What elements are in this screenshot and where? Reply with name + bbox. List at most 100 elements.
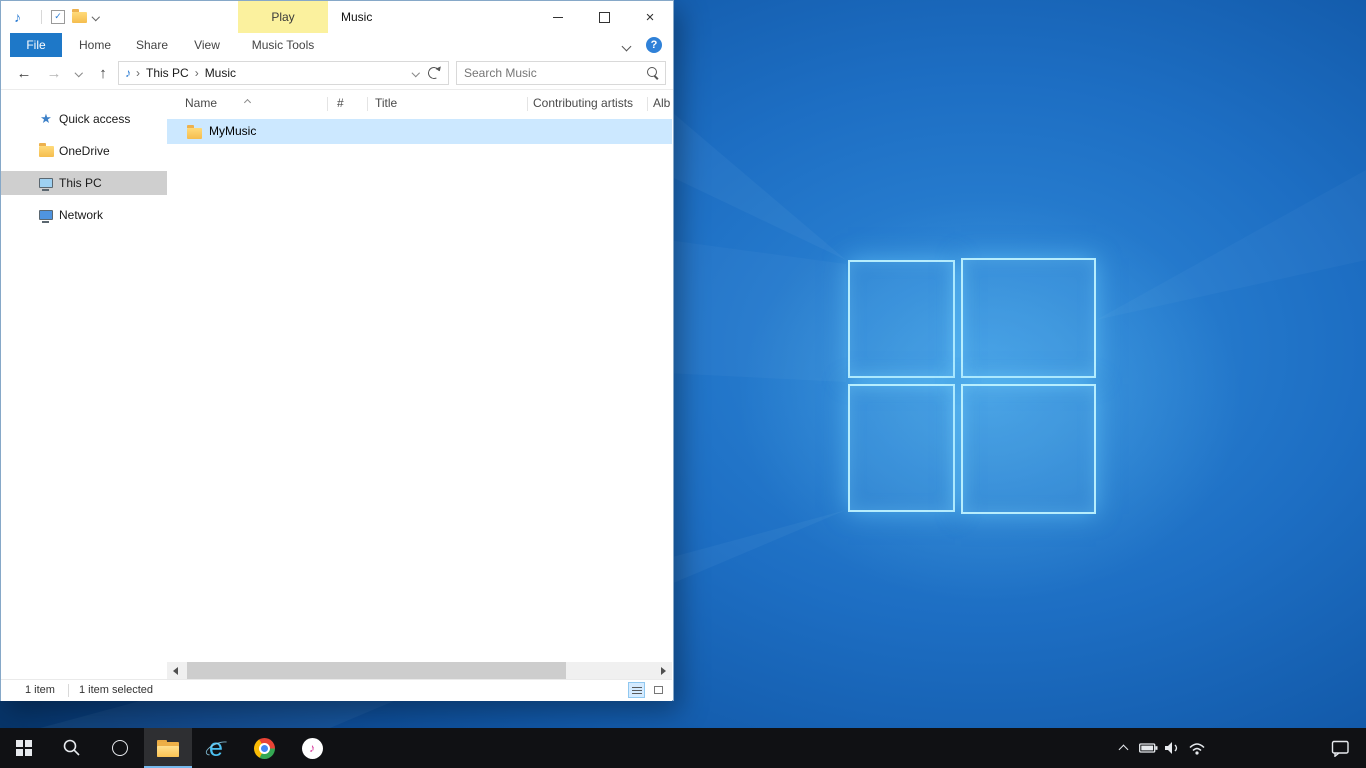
cortana-circle-icon bbox=[112, 740, 128, 756]
minimize-icon bbox=[553, 17, 563, 18]
sidebar-item-this-pc[interactable]: This PC bbox=[1, 171, 167, 195]
ribbon-collapse-button[interactable] bbox=[619, 40, 633, 52]
folder-icon bbox=[186, 125, 202, 141]
column-number[interactable]: # bbox=[337, 96, 344, 110]
internet-explorer-icon: e bbox=[209, 736, 223, 761]
chevron-down-icon bbox=[621, 41, 631, 51]
sidebar-item-label: Network bbox=[59, 203, 103, 227]
windows-logo-pane bbox=[961, 258, 1096, 378]
column-separator[interactable] bbox=[647, 97, 648, 111]
column-contributing-artists[interactable]: Contributing artists bbox=[533, 96, 633, 110]
sidebar-item-network[interactable]: Network bbox=[1, 203, 167, 227]
tab-share[interactable]: Share bbox=[127, 33, 177, 57]
forward-button[interactable]: → bbox=[41, 57, 67, 89]
action-center-button[interactable] bbox=[1326, 728, 1354, 768]
search-input[interactable] bbox=[457, 62, 646, 84]
tab-home[interactable]: Home bbox=[71, 33, 119, 57]
details-view-button[interactable] bbox=[628, 682, 645, 698]
itunes-icon: ♪ bbox=[302, 738, 323, 759]
qat-customize-button[interactable] bbox=[90, 9, 102, 25]
taskbar: e ♪ bbox=[0, 728, 1366, 768]
tab-file[interactable]: File bbox=[10, 33, 62, 57]
sidebar-item-label: Quick access bbox=[59, 107, 130, 131]
tray-network-button[interactable] bbox=[1185, 728, 1209, 768]
ribbon-tab-bar: File Home Share View Music Tools ? bbox=[1, 33, 673, 58]
file-row-mymusic[interactable]: MyMusic bbox=[167, 119, 672, 144]
up-button[interactable]: ↑ bbox=[91, 57, 115, 89]
breadcrumb-music[interactable]: Music bbox=[199, 66, 242, 80]
network-monitor-icon bbox=[38, 207, 54, 223]
music-note-icon: ♪ bbox=[14, 9, 21, 25]
new-folder-qat-button[interactable] bbox=[70, 9, 88, 25]
column-separator[interactable] bbox=[327, 97, 328, 111]
windows-logo-pane bbox=[848, 384, 955, 512]
onedrive-folder-icon bbox=[38, 143, 54, 159]
navigation-pane: ★ Quick access OneDrive This PC Network bbox=[1, 90, 167, 677]
taskbar-search-button[interactable] bbox=[48, 728, 96, 768]
column-title[interactable]: Title bbox=[375, 96, 397, 110]
properties-icon: ✓ bbox=[51, 10, 65, 24]
status-bar: 1 item 1 item selected bbox=[1, 679, 672, 701]
properties-qat-button[interactable]: ✓ bbox=[49, 9, 67, 25]
file-explorer-icon bbox=[157, 740, 179, 757]
star-icon: ★ bbox=[38, 111, 54, 127]
navigation-bar: ← → ↑ ♪ › This PC › Music bbox=[1, 57, 673, 90]
tab-music-tools[interactable]: Music Tools bbox=[238, 33, 328, 57]
column-album[interactable]: Alb bbox=[653, 96, 670, 110]
monitor-icon bbox=[38, 175, 54, 191]
column-name[interactable]: Name bbox=[185, 96, 217, 110]
contextual-tab-play[interactable]: Play bbox=[238, 1, 328, 33]
search-box bbox=[456, 61, 666, 85]
chrome-icon bbox=[254, 738, 275, 759]
minimize-button[interactable] bbox=[535, 1, 581, 33]
back-button[interactable]: ← bbox=[11, 57, 37, 89]
close-button[interactable]: × bbox=[627, 1, 673, 33]
address-dropdown-icon[interactable] bbox=[411, 69, 419, 77]
close-icon: × bbox=[646, 10, 655, 25]
tray-volume-button[interactable] bbox=[1160, 728, 1184, 768]
tab-view[interactable]: View bbox=[184, 33, 230, 57]
comment-bubble-icon bbox=[1331, 740, 1350, 757]
location-music-icon: ♪ bbox=[125, 66, 131, 80]
window-title: Music bbox=[341, 1, 372, 33]
selection-count: 1 item selected bbox=[79, 680, 153, 701]
triangle-left-icon bbox=[173, 667, 178, 675]
windows-logo-pane bbox=[848, 260, 955, 378]
column-separator[interactable] bbox=[527, 97, 528, 111]
qat-separator bbox=[41, 10, 42, 24]
help-button[interactable]: ? bbox=[646, 37, 662, 53]
refresh-button[interactable] bbox=[426, 65, 441, 80]
search-icon bbox=[62, 738, 82, 758]
recent-locations-button[interactable] bbox=[71, 57, 87, 89]
maximize-icon bbox=[599, 12, 610, 23]
breadcrumb-this-pc[interactable]: This PC bbox=[140, 66, 195, 80]
window-controls: × bbox=[535, 1, 673, 33]
column-separator[interactable] bbox=[367, 97, 368, 111]
cortana-button[interactable] bbox=[96, 728, 144, 768]
scroll-right-button[interactable] bbox=[655, 662, 672, 679]
taskbar-file-explorer-button[interactable] bbox=[144, 728, 192, 768]
search-icon[interactable] bbox=[647, 67, 657, 77]
sidebar-item-quick-access[interactable]: ★ Quick access bbox=[1, 107, 167, 131]
sidebar-item-label: This PC bbox=[59, 171, 102, 195]
maximize-button[interactable] bbox=[581, 1, 627, 33]
scroll-left-button[interactable] bbox=[167, 662, 184, 679]
chevron-down-icon bbox=[92, 13, 100, 21]
taskbar-itunes-button[interactable]: ♪ bbox=[288, 728, 336, 768]
large-icons-view-button[interactable] bbox=[650, 682, 667, 698]
horizontal-scrollbar[interactable] bbox=[167, 662, 672, 679]
address-bar[interactable]: ♪ › This PC › Music bbox=[118, 61, 449, 85]
speaker-icon bbox=[1163, 741, 1181, 755]
sidebar-item-onedrive[interactable]: OneDrive bbox=[1, 139, 167, 163]
tray-battery-button[interactable] bbox=[1136, 728, 1160, 768]
wifi-icon bbox=[1188, 742, 1206, 755]
chevron-up-icon bbox=[1118, 745, 1128, 755]
taskbar-chrome-button[interactable] bbox=[240, 728, 288, 768]
large-icons-view-icon bbox=[654, 686, 663, 694]
windows-start-icon bbox=[16, 740, 32, 756]
tray-show-hidden-icons-button[interactable] bbox=[1112, 728, 1134, 768]
start-button[interactable] bbox=[0, 728, 48, 768]
taskbar-internet-explorer-button[interactable]: e bbox=[192, 728, 240, 768]
column-headers: Name # Title Contributing artists Alb bbox=[167, 90, 672, 117]
scrollbar-thumb[interactable] bbox=[187, 662, 566, 679]
